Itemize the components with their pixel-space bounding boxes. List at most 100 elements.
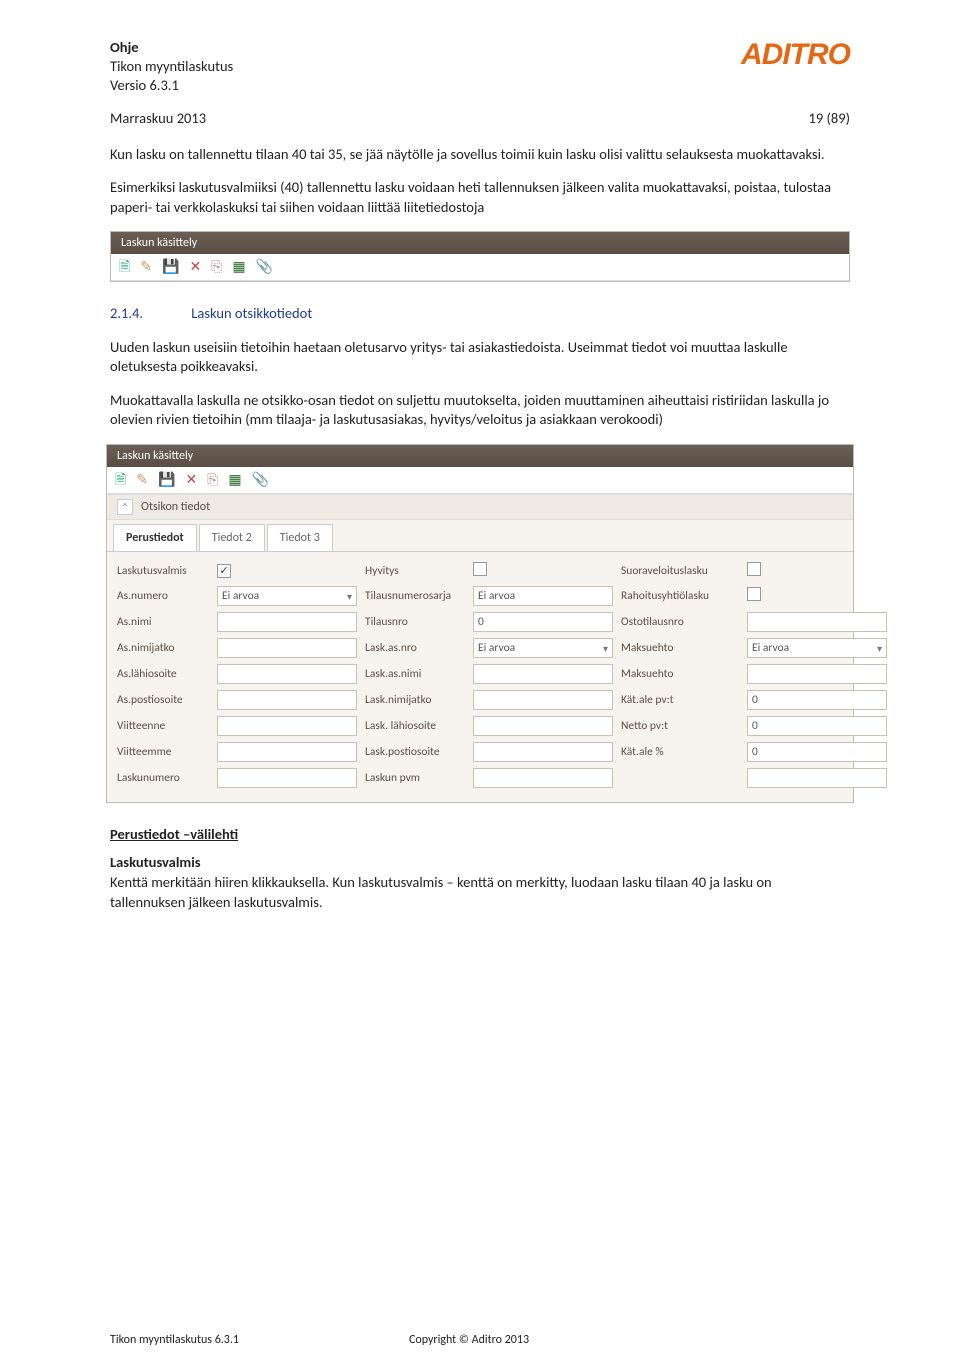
panel-large-screenshot: Laskun käsittely 🗎 ✎ 💾 ✕ ⎘ ▦ 📎 ˄ Otsikon… bbox=[106, 444, 854, 803]
chevron-up-icon[interactable]: ˄ bbox=[117, 499, 133, 515]
attachment-icon[interactable]: 📎 bbox=[256, 260, 273, 274]
save-icon[interactable]: 💾 bbox=[158, 473, 175, 487]
field-label: As.numero bbox=[117, 589, 209, 603]
excel-icon[interactable]: ▦ bbox=[228, 473, 241, 487]
field-label: Kät.ale % bbox=[621, 745, 739, 759]
text-input[interactable] bbox=[217, 690, 357, 710]
delete-icon[interactable]: ✕ bbox=[189, 260, 201, 274]
text-input[interactable] bbox=[217, 638, 357, 658]
text-input[interactable] bbox=[747, 768, 887, 788]
footer-right: Copyright © Aditro 2013 bbox=[409, 1333, 529, 1347]
field-label: Maksuehto bbox=[621, 667, 739, 681]
field-name-bold: Laskutusvalmis bbox=[110, 853, 850, 871]
field-label: Kät.ale pv:t bbox=[621, 693, 739, 707]
checkbox[interactable] bbox=[747, 562, 761, 576]
field-label: Viitteemme bbox=[117, 745, 209, 759]
chevron-down-icon[interactable]: ▾ bbox=[877, 642, 882, 655]
tab-tiedot2[interactable]: Tiedot 2 bbox=[199, 524, 265, 551]
panel2-title: Laskun käsittely bbox=[107, 445, 853, 467]
field-label: Ostotilausnro bbox=[621, 615, 739, 629]
text-input[interactable] bbox=[473, 716, 613, 736]
text-input[interactable] bbox=[217, 664, 357, 684]
text-input[interactable] bbox=[217, 612, 357, 632]
checkbox[interactable]: ✓ bbox=[217, 564, 231, 578]
paragraph-3: Uuden laskun useisiin tietoihin haetaan … bbox=[110, 338, 850, 377]
text-input[interactable]: Ei arvoa▾ bbox=[747, 638, 887, 658]
field-label: Lask.nimijatko bbox=[365, 693, 465, 707]
panel-small-screenshot: Laskun käsittely 🗎 ✎ 💾 ✕ ⎘ ▦ 📎 bbox=[110, 231, 850, 282]
field-label: Tilausnumerosarja bbox=[365, 589, 465, 603]
header-date: Marraskuu 2013 bbox=[110, 109, 206, 127]
text-input[interactable] bbox=[473, 690, 613, 710]
field-label: As.lähiosoite bbox=[117, 667, 209, 681]
field-label: Rahoitusyhtiölasku bbox=[621, 589, 739, 603]
paragraph-4: Muokattavalla laskulla ne otsikko-osan t… bbox=[110, 391, 850, 430]
attachment-icon[interactable]: 📎 bbox=[252, 473, 269, 487]
field-label: Laskutusvalmis bbox=[117, 564, 209, 578]
header-page-number: 19 (89) bbox=[809, 109, 850, 127]
checkbox[interactable] bbox=[747, 587, 761, 601]
brand-logo: ADITRO bbox=[741, 38, 850, 72]
duplicate-icon[interactable]: ⎘ bbox=[211, 260, 222, 274]
header-product: Tikon myyntilaskutus bbox=[110, 57, 850, 76]
text-input[interactable] bbox=[217, 768, 357, 788]
field-label: As.nimi bbox=[117, 615, 209, 629]
text-input[interactable] bbox=[747, 612, 887, 632]
section-heading: 2.1.4. Laskun otsikkotiedot bbox=[110, 304, 850, 324]
text-input[interactable]: Ei arvoa▾ bbox=[473, 638, 613, 658]
form-grid: Laskutusvalmis ✓ Hyvitys Suoraveloituslasku… bbox=[107, 552, 853, 802]
field-label: Lask. lähiosoite bbox=[365, 719, 465, 733]
chevron-down-icon[interactable]: ▾ bbox=[347, 590, 352, 603]
tab-perustiedot[interactable]: Perustiedot bbox=[113, 524, 197, 551]
excel-icon[interactable]: ▦ bbox=[232, 260, 245, 274]
tab-tiedot3[interactable]: Tiedot 3 bbox=[267, 524, 333, 551]
delete-icon[interactable]: ✕ bbox=[185, 473, 197, 487]
new-icon[interactable]: 🗎 bbox=[115, 473, 126, 487]
field-label: Netto pv:t bbox=[621, 719, 739, 733]
tabs: Perustiedot Tiedot 2 Tiedot 3 bbox=[107, 520, 853, 552]
field-label: Lask.postiosoite bbox=[365, 745, 465, 759]
field-label: Suoraveloituslasku bbox=[621, 564, 739, 578]
text-input[interactable] bbox=[473, 664, 613, 684]
paragraph-5: Kenttä merkitään hiiren klikkauksella. K… bbox=[110, 873, 850, 912]
page-header: Ohje Tikon myyntilaskutus Versio 6.3.1 A… bbox=[110, 38, 850, 127]
field-label: Maksuehto bbox=[621, 641, 739, 655]
field-label: Lask.as.nro bbox=[365, 641, 465, 655]
text-input[interactable]: 0 bbox=[473, 612, 613, 632]
section-subheader-label: Otsikon tiedot bbox=[141, 500, 210, 514]
text-input[interactable] bbox=[473, 742, 613, 762]
field-label: As.nimijatko bbox=[117, 641, 209, 655]
page-footer: Tikon myyntilaskutus 6.3.1 Copyright © A… bbox=[110, 1333, 850, 1347]
paragraph-1: Kun lasku on tallennettu tilaan 40 tai 3… bbox=[110, 145, 850, 165]
duplicate-icon[interactable]: ⎘ bbox=[207, 473, 218, 487]
text-input[interactable] bbox=[473, 768, 613, 788]
section-title: Laskun otsikkotiedot bbox=[191, 304, 312, 322]
toolbar-2: 🗎 ✎ 💾 ✕ ⎘ ▦ 📎 bbox=[107, 467, 853, 494]
edit-icon[interactable]: ✎ bbox=[136, 473, 148, 487]
text-input[interactable] bbox=[747, 664, 887, 684]
panel1-title: Laskun käsittely bbox=[111, 232, 849, 254]
field-label: Lask.as.nimi bbox=[365, 667, 465, 681]
text-input[interactable] bbox=[217, 716, 357, 736]
new-icon[interactable]: 🗎 bbox=[119, 260, 130, 274]
field-label: Tilausnro bbox=[365, 615, 465, 629]
toolbar: 🗎 ✎ 💾 ✕ ⎘ ▦ 📎 bbox=[111, 254, 849, 281]
text-input[interactable]: 0 bbox=[747, 690, 887, 710]
field-label: Laskunumero bbox=[117, 771, 209, 785]
text-input[interactable]: 0 bbox=[747, 742, 887, 762]
field-label: Laskun pvm bbox=[365, 771, 465, 785]
checkbox[interactable] bbox=[473, 562, 487, 576]
section-subheader: ˄ Otsikon tiedot bbox=[107, 494, 853, 520]
text-input[interactable]: 0 bbox=[747, 716, 887, 736]
text-input[interactable]: Ei arvoa▾ bbox=[217, 586, 357, 606]
edit-icon[interactable]: ✎ bbox=[140, 260, 152, 274]
field-label: Hyvitys bbox=[365, 564, 465, 578]
text-input[interactable]: Ei arvoa bbox=[473, 586, 613, 606]
save-icon[interactable]: 💾 bbox=[162, 260, 179, 274]
section-number: 2.1.4. bbox=[110, 304, 188, 324]
sub-heading: Perustiedot –välilehti bbox=[110, 825, 850, 843]
text-input[interactable] bbox=[217, 742, 357, 762]
field-label: As.postiosoite bbox=[117, 693, 209, 707]
paragraph-2: Esimerkiksi laskutusvalmiiksi (40) talle… bbox=[110, 178, 850, 217]
chevron-down-icon[interactable]: ▾ bbox=[603, 642, 608, 655]
